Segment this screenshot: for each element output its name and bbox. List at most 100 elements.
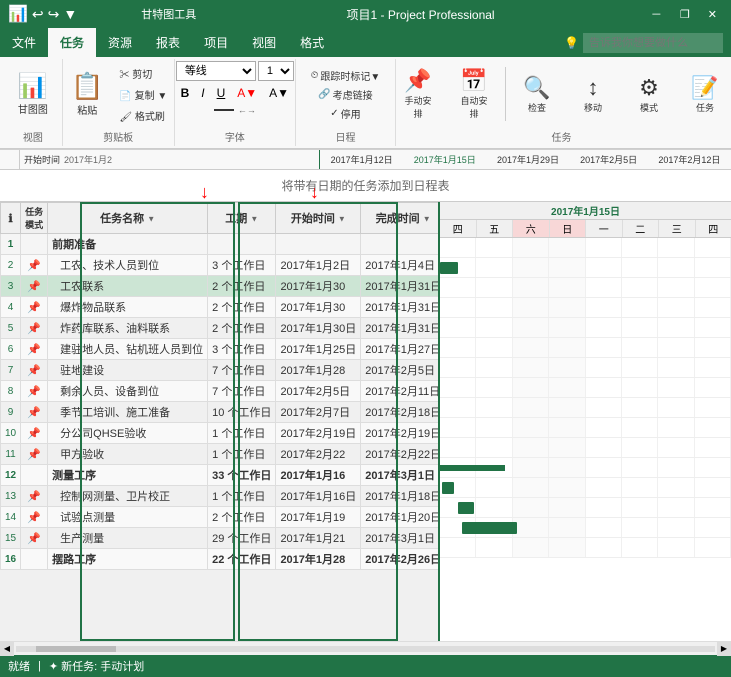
scroll-track[interactable] xyxy=(16,646,715,652)
task-name-cell[interactable]: 爆炸物品联系 xyxy=(48,297,208,318)
gantt-day-tue: 二 xyxy=(623,220,660,237)
red-arrow-left: ↓ xyxy=(200,183,209,201)
table-row[interactable]: 10 📌 分公司QHSE验收 1 个工作日 2017年2月19日 2017年2月… xyxy=(1,423,441,444)
table-row[interactable]: 7 📌 驻地建设 7 个工作日 2017年1月28 2017年2月5日 xyxy=(1,360,441,381)
col-start[interactable]: 开始时间 ▼ xyxy=(276,203,361,234)
scroll-right-button[interactable]: ▶ xyxy=(717,642,731,656)
task-name-cell[interactable]: 剩余人员、设备到位 xyxy=(48,381,208,402)
col-duration[interactable]: 工期 ▼ xyxy=(208,203,276,234)
inspect-button[interactable]: 🔍 检查 xyxy=(512,70,562,119)
paste-button[interactable]: 📋 粘贴 xyxy=(64,66,110,122)
task-name-cell[interactable]: 控制网测量、卫片校正 xyxy=(48,486,208,507)
task-start-cell: 2017年2月19日 xyxy=(276,423,361,444)
font-family-select[interactable]: 等线 xyxy=(176,61,256,81)
redo-button[interactable]: ↪ xyxy=(48,6,60,23)
task-name-cell[interactable]: 季节工培训、施工准备 xyxy=(48,402,208,423)
qa-dropdown[interactable]: ▼ xyxy=(63,6,77,22)
highlight-button[interactable]: A▼ xyxy=(264,84,294,102)
tab-project[interactable]: 项目 xyxy=(192,28,240,57)
row-num: 13 xyxy=(1,486,21,507)
task-name-cell[interactable]: 生产测量 xyxy=(48,528,208,549)
task-end-cell: 2017年1月18日 xyxy=(361,486,440,507)
gantt-view-button[interactable]: 📊 甘图图 xyxy=(8,67,58,121)
stop-button[interactable]: ✓ 停用 xyxy=(330,106,360,121)
minimize-button[interactable]: － xyxy=(645,4,668,24)
gantt-rows xyxy=(440,238,731,558)
font-color-button[interactable]: A▼ xyxy=(232,84,262,102)
tab-report[interactable]: 报表 xyxy=(144,28,192,57)
undo-button[interactable]: ↩ xyxy=(32,6,44,23)
table-row[interactable]: 9 📌 季节工培训、施工准备 10 个工作日 2017年2月7日 2017年2月… xyxy=(1,402,441,423)
gantt-bar xyxy=(458,502,474,514)
font-size-select[interactable]: 11 xyxy=(258,61,294,81)
task-name-cell[interactable]: 前期准备 xyxy=(48,234,208,255)
task-name-cell[interactable]: 炸药库联系、油料联系 xyxy=(48,318,208,339)
manual-schedule-button[interactable]: 📌 手动安排 xyxy=(393,63,443,125)
task-end-cell: 2017年2月22日 xyxy=(361,444,440,465)
task-duration-cell: 33 个工作日 xyxy=(208,465,276,486)
col-end[interactable]: 完成时间 ▼ xyxy=(361,203,440,234)
tab-file[interactable]: 文件 xyxy=(0,28,48,57)
task-name-cell[interactable]: 建驻地人员、钻机班人员到位 xyxy=(48,339,208,360)
gantt-row xyxy=(440,398,731,418)
task-mode-cell: 📌 xyxy=(21,528,48,549)
task-button[interactable]: 📝 任务 xyxy=(680,70,730,119)
scroll-thumb[interactable] xyxy=(36,646,116,652)
task-buttons: 📌 手动安排 📅 自动安排 🔍 检查 ↕ 移动 ⚙ xyxy=(391,61,731,127)
task-name-cell[interactable]: 甲方验收 xyxy=(48,444,208,465)
auto-schedule-button[interactable]: 📅 自动安排 xyxy=(449,63,499,125)
table-row[interactable]: 12 测量工序 33 个工作日 2017年1月16 2017年3月1日 xyxy=(1,465,441,486)
table-row[interactable]: 3 📌 工农联系 2 个工作日 2017年1月30 2017年1月31日 xyxy=(1,276,441,297)
underline-button[interactable]: U xyxy=(212,84,231,102)
table-row[interactable]: 6 📌 建驻地人员、钻机班人员到位 3 个工作日 2017年1月25日 2017… xyxy=(1,339,441,360)
col-name[interactable]: 任务名称 ▼ xyxy=(48,203,208,234)
table-row[interactable]: 4 📌 爆炸物品联系 2 个工作日 2017年1月30 2017年1月31日 xyxy=(1,297,441,318)
task-name-cell[interactable]: 摆路工序 xyxy=(48,549,208,570)
restore-button[interactable]: ❐ xyxy=(674,6,696,23)
tab-resource[interactable]: 资源 xyxy=(96,28,144,57)
track-button[interactable]: ⏲ 跟踪时标记▼ xyxy=(311,68,381,83)
task-name-cell[interactable]: 测量工序 xyxy=(48,465,208,486)
links-button[interactable]: 🔗 考虑链接 xyxy=(318,87,372,102)
task-duration-cell: 10 个工作日 xyxy=(208,402,276,423)
task-name-cell[interactable]: 工农、技术人员到位 xyxy=(48,255,208,276)
scroll-left-button[interactable]: ◀ xyxy=(0,642,14,656)
task-start-cell: 2017年1月2日 xyxy=(276,255,361,276)
mode-button[interactable]: ⚙ 模式 xyxy=(624,70,674,119)
cut-button[interactable]: ✂ 剪切 xyxy=(114,64,172,83)
row-num: 15 xyxy=(1,528,21,549)
table-row[interactable]: 14 📌 试验点测量 2 个工作日 2017年1月19 2017年1月20日 xyxy=(1,507,441,528)
table-row[interactable]: 11 📌 甲方验收 1 个工作日 2017年2月22 2017年2月22日 xyxy=(1,444,441,465)
italic-button[interactable]: I xyxy=(196,84,209,102)
task-mode-cell: 📌 xyxy=(21,255,48,276)
table-row[interactable]: 8 📌 剩余人员、设备到位 7 个工作日 2017年2月5日 2017年2月11… xyxy=(1,381,441,402)
row-num: 2 xyxy=(1,255,21,276)
task-name-cell[interactable]: 工农联系 xyxy=(48,276,208,297)
tab-view[interactable]: 视图 xyxy=(240,28,288,57)
font-style-buttons: B I U A▼ A▼ xyxy=(176,84,294,102)
copy-button[interactable]: 📄 复制 ▼ xyxy=(114,85,172,104)
task-name-cell[interactable]: 试验点测量 xyxy=(48,507,208,528)
table-row[interactable]: 1 前期准备 xyxy=(1,234,441,255)
window-controls: － ❐ ✕ xyxy=(645,4,723,24)
move-button[interactable]: ↕ 移动 xyxy=(568,70,618,119)
tab-task[interactable]: 任务 xyxy=(48,28,96,57)
tab-format[interactable]: 格式 xyxy=(288,28,336,57)
table-row[interactable]: 15 📌 生产测量 29 个工作日 2017年1月21 2017年3月1日 xyxy=(1,528,441,549)
bold-button[interactable]: B xyxy=(176,84,195,102)
table-row[interactable]: 13 📌 控制网测量、卫片校正 1 个工作日 2017年1月16日 2017年1… xyxy=(1,486,441,507)
task-name-cell[interactable]: 分公司QHSE验收 xyxy=(48,423,208,444)
tell-me-input[interactable] xyxy=(583,33,723,53)
row-num: 6 xyxy=(1,339,21,360)
table-row[interactable]: 16 摆路工序 22 个工作日 2017年1月28 2017年2月26日 xyxy=(1,549,441,570)
table-header-row: ℹ 任务模式 任务名称 ▼ 工期 ▼ 开始时间 ▼ 完成时间 ▼ 前置任务 xyxy=(1,203,441,234)
format-painter-button[interactable]: 🖌 格式刷 xyxy=(114,106,172,125)
gantt-week-label: 2017年1月15日 xyxy=(440,202,731,219)
table-row[interactable]: 2 📌 工农、技术人员到位 3 个工作日 2017年1月2日 2017年1月4日 xyxy=(1,255,441,276)
task-duration-cell: 2 个工作日 xyxy=(208,276,276,297)
task-name-cell[interactable]: 驻地建设 xyxy=(48,360,208,381)
task-duration-cell: 1 个工作日 xyxy=(208,486,276,507)
h-scrollbar[interactable]: ◀ ▶ xyxy=(0,641,731,655)
close-button[interactable]: ✕ xyxy=(702,6,723,23)
table-row[interactable]: 5 📌 炸药库联系、油料联系 2 个工作日 2017年1月30日 2017年1月… xyxy=(1,318,441,339)
